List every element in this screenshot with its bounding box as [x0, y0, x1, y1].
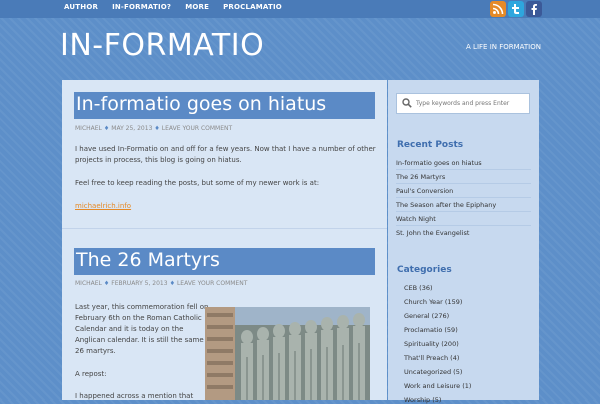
nav-more[interactable]: MORE: [185, 3, 209, 11]
site-title[interactable]: IN-FORMATIO: [60, 28, 264, 63]
category-link[interactable]: Proclamatio (59): [404, 326, 458, 334]
top-nav: AUTHOR IN-FORMATIO? MORE PROCLAMATIO: [64, 3, 282, 11]
recent-post-link[interactable]: St. John the Evangelist: [396, 229, 469, 237]
recent-posts-title: Recent Posts: [397, 140, 464, 150]
post-text-line: projects in process, this blog is going …: [75, 156, 242, 164]
rss-icon[interactable]: [490, 1, 506, 17]
facebook-icon[interactable]: [526, 1, 542, 17]
site-tagline: A LIFE IN FORMATION: [466, 43, 541, 51]
post-meta: MICHAEL ♦ MAY 25, 2013 ♦ LEAVE YOUR COMMENT: [75, 125, 232, 132]
list-divider: [396, 225, 531, 226]
post-divider: [62, 228, 387, 229]
post-text-line: Anglican calendar. It is still the same: [75, 336, 204, 344]
category-link[interactable]: CEB (36): [404, 284, 433, 292]
post-paragraph: Feel free to keep reading the posts, but…: [75, 179, 320, 187]
recent-post-link[interactable]: Watch Night: [396, 215, 436, 223]
post-comment-link[interactable]: LEAVE YOUR COMMENT: [177, 280, 247, 287]
post-paragraph: I happened across a mention that: [75, 392, 194, 400]
nav-proclamatio[interactable]: PROCLAMATIO: [223, 3, 282, 11]
post-paragraph: I have used In-Formatio on and off for a…: [75, 144, 376, 166]
recent-post-link[interactable]: Paul's Conversion: [396, 187, 453, 195]
post-text-line: 26 martyrs.: [75, 347, 116, 355]
meta-separator-icon: ♦: [154, 125, 160, 132]
post-title-bar: In-formatio goes on hiatus: [74, 92, 375, 119]
category-link[interactable]: That'll Preach (4): [404, 354, 459, 362]
main-content: In-formatio goes on hiatus MICHAEL ♦ MAY 2…: [62, 80, 387, 400]
post-author[interactable]: MICHAEL: [75, 280, 102, 287]
category-link[interactable]: Worship (5): [404, 396, 441, 404]
post-paragraph: Last year, this commemoration fell on Fe…: [75, 302, 208, 357]
recent-post-link[interactable]: The Season after the Epiphany: [396, 201, 496, 209]
post-title[interactable]: In-formatio goes on hiatus: [76, 93, 326, 115]
post-title-bar: The 26 Martyrs: [74, 248, 375, 275]
post-meta: MICHAEL ♦ FEBRUARY 5, 2013 ♦ LEAVE YOUR COMM…: [75, 280, 247, 287]
search-icon: [402, 98, 412, 108]
category-link[interactable]: Work and Leisure (1): [404, 382, 471, 390]
list-divider: [396, 183, 531, 184]
post-paragraph: michaelrich.info: [75, 201, 131, 212]
post-text-line: Last year, this commemoration fell on: [75, 303, 209, 311]
category-link[interactable]: Church Year (159): [404, 298, 462, 306]
nav-author[interactable]: AUTHOR: [64, 3, 98, 11]
categories-title: Categories: [397, 265, 452, 275]
post-text-line: I have used In-Formatio on and off for a…: [75, 145, 376, 153]
post-text-line: Calendar and it is today on the: [75, 325, 184, 333]
sidebar: Recent Posts In-formatio goes on hiatus …: [388, 80, 539, 404]
twitter-icon[interactable]: [508, 1, 524, 17]
search-input[interactable]: [414, 95, 528, 112]
meta-separator-icon: ♦: [103, 280, 110, 287]
post-date: MAY 25, 2013: [111, 125, 153, 132]
list-divider: [396, 197, 531, 198]
meta-separator-icon: ♦: [169, 280, 175, 287]
search-box[interactable]: [396, 93, 530, 114]
recent-post-link[interactable]: The 26 Martyrs: [396, 173, 445, 181]
category-link[interactable]: Uncategorized (5): [404, 368, 462, 376]
post-paragraph: A repost:: [75, 370, 107, 378]
list-divider: [396, 169, 531, 170]
category-link[interactable]: Spirituality (200): [404, 340, 459, 348]
nav-in-formatio[interactable]: IN-FORMATIO?: [112, 3, 171, 11]
post-comment-link[interactable]: LEAVE YOUR COMMENT: [162, 125, 232, 132]
post-date: FEBRUARY 5, 2013: [111, 280, 168, 287]
martyrs-statue-image: [205, 307, 370, 400]
post-text-line: February 6th on the Roman Catholic: [75, 314, 202, 322]
social-links: [490, 1, 542, 17]
post-title[interactable]: The 26 Martyrs: [76, 249, 220, 271]
post-link[interactable]: michaelrich.info: [75, 202, 131, 210]
meta-separator-icon: ♦: [103, 125, 110, 132]
list-divider: [396, 211, 531, 212]
post-author[interactable]: MICHAEL: [75, 125, 102, 132]
recent-post-link[interactable]: In-formatio goes on hiatus: [396, 159, 482, 167]
category-link[interactable]: General (276): [404, 312, 449, 320]
